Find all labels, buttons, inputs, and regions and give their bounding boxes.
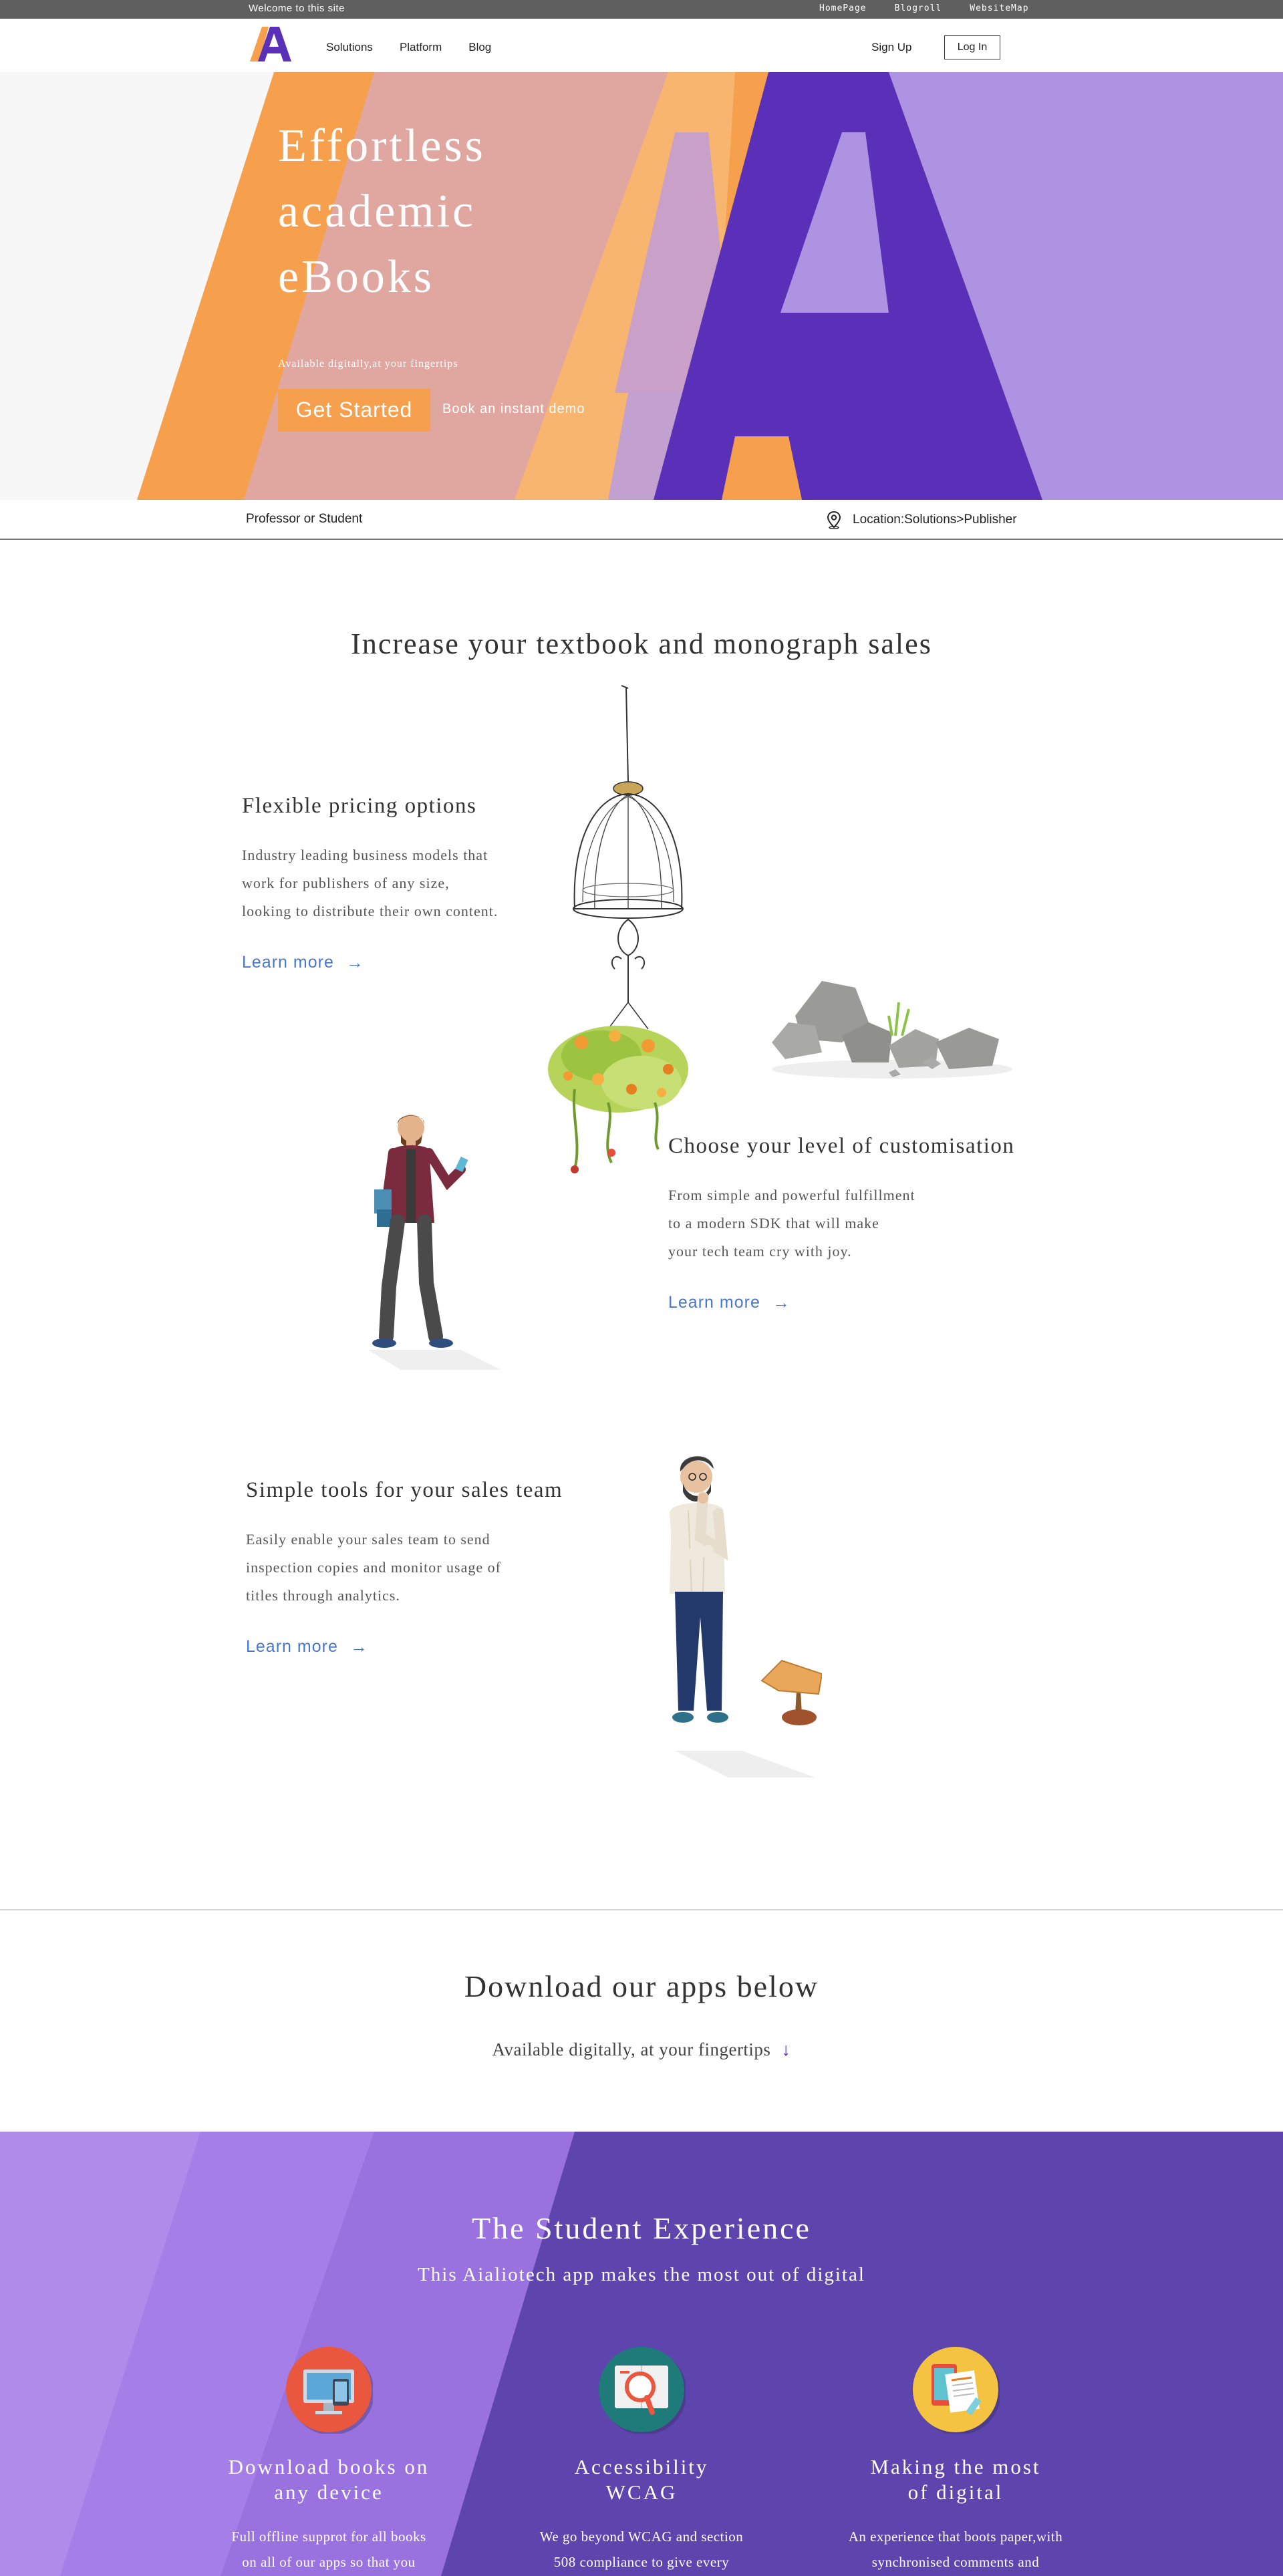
arrow-right-icon: →: [772, 1292, 791, 1312]
sign-up-link[interactable]: Sign Up: [871, 41, 911, 54]
feature-sales-tools-line: inspection copies and monitor usage of: [246, 1559, 501, 1576]
get-started-button[interactable]: Get Started: [278, 389, 430, 432]
feature-pricing-line: work for publishers of any size,: [242, 875, 450, 891]
brand-logo-icon[interactable]: [249, 24, 295, 64]
nav-blog[interactable]: Blog: [468, 41, 491, 54]
book-demo-link[interactable]: Book an instant demo: [442, 402, 585, 417]
feature-pricing-text: Industry leading business models that wo…: [242, 841, 498, 925]
card-making-most-text: An experience that boots paper,with sync…: [822, 2524, 1089, 2575]
learn-more-label: Learn more: [246, 1637, 338, 1656]
student-subtitle: This Aialiotech app makes the most out o…: [418, 2264, 865, 2285]
card-title-line: any device: [274, 2480, 384, 2504]
devices-icon: [286, 2347, 374, 2435]
thinking-man-illustration: [670, 1456, 822, 1777]
feature-customisation-line: your tech team cry with joy.: [668, 1243, 852, 1260]
arrow-right-icon: →: [349, 1636, 368, 1657]
card-title-line: Making the most: [870, 2455, 1041, 2478]
feature-customisation-title: Choose your level of customisation: [668, 1134, 1015, 1158]
nav-links: Solutions Platform Blog: [326, 41, 518, 54]
card-download-books-title: Download books on any device: [195, 2454, 462, 2505]
top-link-websitemap[interactable]: WebsiteMap: [970, 3, 1028, 13]
top-link-homepage[interactable]: HomePage: [819, 3, 867, 13]
top-bar: Welcome to this site HomePage Blogroll W…: [0, 0, 1283, 19]
card-download-books: Download books on any device Full offlin…: [195, 2345, 462, 2575]
card-accessibility: Accessibility WCAG We go beyond WCAG and…: [508, 2345, 775, 2575]
location-pin-icon: [827, 511, 841, 529]
top-link-blogroll[interactable]: Blogroll: [895, 3, 942, 13]
rocks-illustration: [772, 981, 1012, 1079]
top-links: HomePage Blogroll WebsiteMap: [819, 3, 1057, 13]
nav-platform[interactable]: Platform: [400, 41, 442, 54]
features-heading: Increase your textbook and monograph sal…: [351, 627, 932, 660]
card-making-most-title: Making the most of digital: [822, 2454, 1089, 2505]
feature-sales-tools-line: Easily enable your sales team to send: [246, 1531, 490, 1548]
student-title: The Student Experience: [472, 2211, 811, 2245]
hero-title-line-3: eBooks: [278, 251, 434, 303]
feature-customisation-line: From simple and powerful fulfillment: [668, 1187, 915, 1203]
card-text-line: Full offline supprot for all books: [231, 2529, 426, 2545]
log-in-button[interactable]: Log In: [944, 35, 1000, 59]
card-text-line: 508 compliance to give every: [553, 2554, 730, 2570]
card-download-books-text: Full offline supprot for all books on al…: [195, 2524, 462, 2575]
hero-title-line-2: academic: [278, 186, 476, 237]
card-accessibility-text: We go beyond WCAG and section 508 compli…: [508, 2524, 775, 2575]
tablet-document-icon: [913, 2347, 1001, 2435]
nav-solutions[interactable]: Solutions: [326, 41, 373, 54]
context-bar: Professor or Student Location:Solutions>…: [0, 500, 1283, 540]
feature-customisation-line: to a modern SDK that will make: [668, 1215, 879, 1232]
magnifier-book-icon: [599, 2347, 687, 2435]
feature-pricing-line: Industry leading business models that: [242, 847, 488, 863]
hero-banner: Effortless academic eBooks Available dig…: [0, 72, 1283, 500]
card-text-line: synchronised comments and: [871, 2554, 1040, 2570]
learn-more-label: Learn more: [242, 953, 334, 972]
role-selector[interactable]: Professor or Student: [246, 512, 362, 527]
download-heading: Download our apps below: [464, 1969, 819, 2003]
walking-man-illustration: [368, 1115, 501, 1370]
learn-more-customisation-link[interactable]: Learn more →: [668, 1292, 1014, 1313]
card-text-line: We go beyond WCAG and section: [539, 2529, 744, 2545]
card-making-most: Making the most of digital An experience…: [822, 2345, 1089, 2575]
feature-sales-tools-title: Simple tools for your sales team: [246, 1478, 563, 1502]
arrow-right-icon: →: [345, 952, 364, 972]
learn-more-label: Learn more: [668, 1293, 760, 1312]
feature-customisation-text: From simple and powerful fulfillment to …: [668, 1181, 1014, 1266]
hero-subtitle: Available digitally,at your fingertips: [278, 358, 458, 370]
learn-more-sales-tools-link[interactable]: Learn more →: [246, 1636, 563, 1657]
feature-pricing: Flexible pricing options Industry leadin…: [242, 794, 498, 973]
main-nav: Solutions Platform Blog Sign Up Log In: [0, 19, 1283, 72]
feature-sales-tools-text: Easily enable your sales team to send in…: [246, 1526, 563, 1610]
card-accessibility-title: Accessibility WCAG: [508, 2454, 775, 2505]
location-text: Location:Solutions>Publisher: [853, 513, 1017, 527]
card-text-line: on all of our apps so that you: [242, 2554, 416, 2570]
welcome-text: Welcome to this site: [249, 3, 345, 14]
feature-sales-tools-line: titles through analytics.: [246, 1587, 400, 1604]
hero-background: [0, 72, 1283, 500]
card-title-line: Accessibility: [574, 2455, 709, 2478]
location-breadcrumb: Location:Solutions>Publisher: [826, 511, 1017, 529]
feature-pricing-line: looking to distribute their own content.: [242, 903, 498, 919]
learn-more-pricing-link[interactable]: Learn more →: [242, 952, 498, 973]
card-title-line: of digital: [907, 2480, 1004, 2504]
feature-pricing-title: Flexible pricing options: [242, 794, 477, 818]
card-title-line: WCAG: [605, 2480, 678, 2504]
hero-title-line-1: Effortless: [278, 120, 486, 172]
hero-title: Effortless academic eBooks: [278, 114, 486, 310]
birdcage-plant-illustration: [548, 685, 688, 1173]
section-divider: [0, 1909, 1283, 1910]
card-text-line: An experience that boots paper,with: [848, 2529, 1063, 2545]
feature-sales-tools: Simple tools for your sales team Easily …: [246, 1478, 563, 1657]
feature-customisation: Choose your level of customisation From …: [668, 1134, 1014, 1313]
download-subtitle: Available digitally, at your fingertips ↓: [0, 2039, 1283, 2060]
card-title-line: Download books on: [228, 2455, 430, 2478]
student-experience-section: The Student Experience This Aialiotech a…: [0, 2132, 1283, 2576]
download-subtitle-text: Available digitally, at your fingertips: [492, 2039, 771, 2059]
arrow-down-icon[interactable]: ↓: [781, 2039, 791, 2059]
